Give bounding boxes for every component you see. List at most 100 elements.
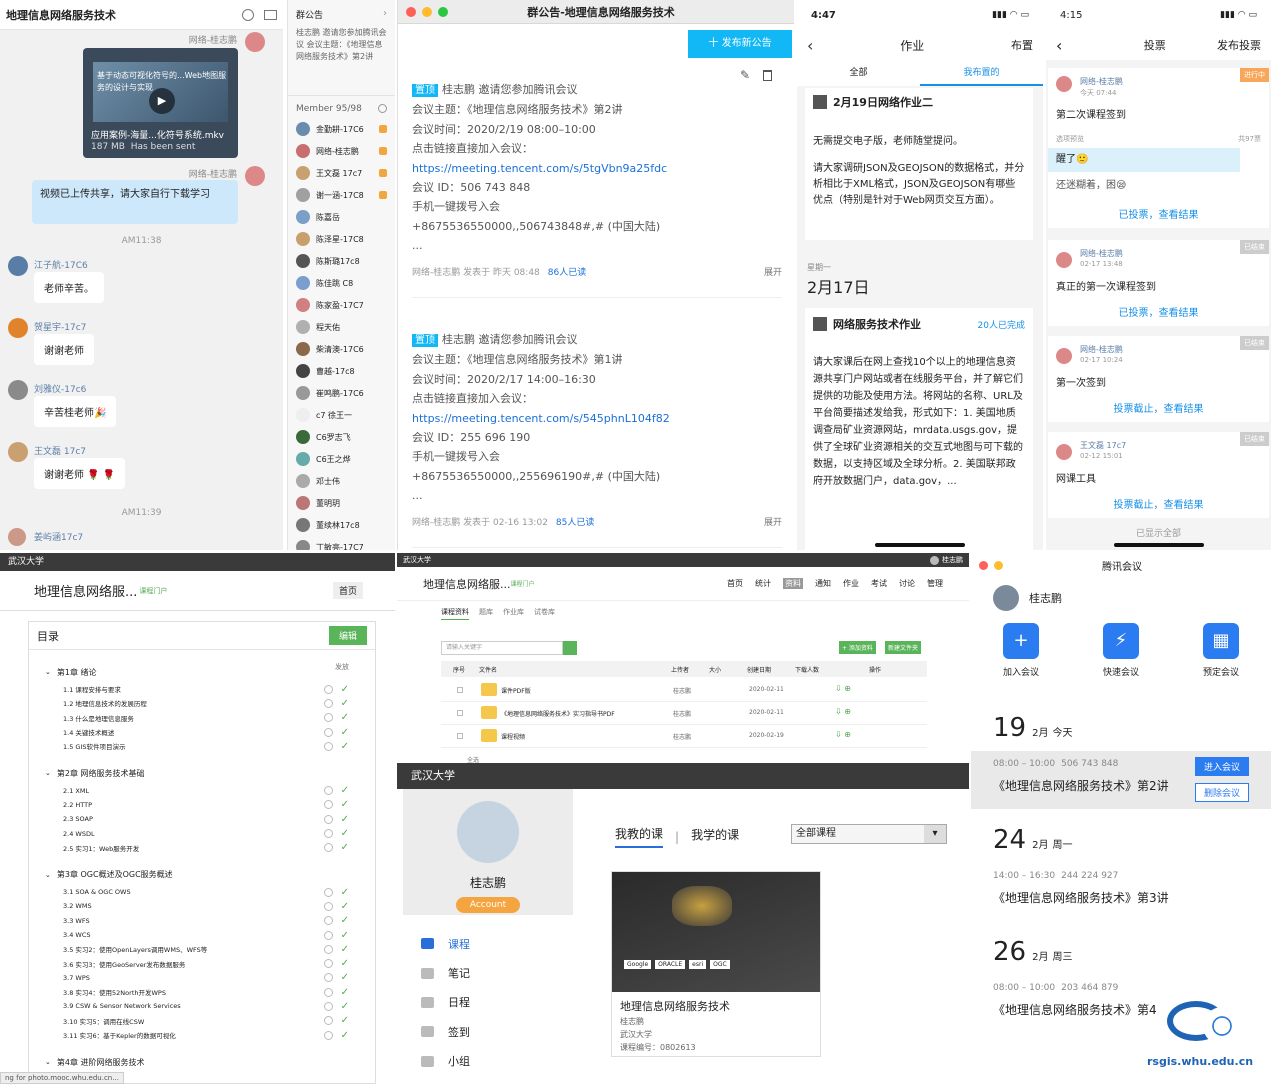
add-file-button[interactable]: + 添加资料: [839, 641, 876, 654]
nav-item[interactable]: 考试: [871, 578, 887, 589]
section-row[interactable]: 3.2 WMS ✓: [29, 899, 375, 913]
meeting-action[interactable]: ▦ 预定会议: [1191, 623, 1251, 678]
delete-meeting-button[interactable]: 删除会议: [1194, 783, 1249, 802]
row-checkbox[interactable]: [457, 687, 463, 693]
section-row[interactable]: 3.7 WPS ✓: [29, 971, 375, 985]
vote-card[interactable]: 王文磊 17c7 02-12 15:01 已结束 网课工具 投票截止，查看结果: [1048, 432, 1269, 518]
meeting-action[interactable]: + 加入会议: [991, 623, 1051, 678]
homework-card[interactable]: 网络服务技术作业 20人已完成 请大家课后在网上查找10个以上的地理信息资源共享门…: [805, 308, 1033, 550]
section-row[interactable]: 1.1 课程安排与要求 ✓: [29, 682, 375, 696]
section-row[interactable]: 2.2 HTTP ✓: [29, 798, 375, 812]
section-row[interactable]: 1.2 地理信息技术的发展历程 ✓: [29, 696, 375, 710]
nav-item[interactable]: 统计: [755, 578, 771, 589]
member-row[interactable]: 陈泽星-17C8: [288, 228, 395, 250]
tab-learn[interactable]: 我学的课: [691, 826, 739, 847]
collapse-icon[interactable]: ⌄: [45, 871, 51, 879]
member-row[interactable]: 陈斯璐17c8: [288, 250, 395, 272]
member-row[interactable]: 董明玥: [288, 492, 395, 514]
minimize-dot[interactable]: [994, 560, 1003, 570]
member-row[interactable]: 邓士伟: [288, 470, 395, 492]
menu-item[interactable]: 签到: [421, 1017, 573, 1046]
section-row[interactable]: 1.4 关键技术概述 ✓: [29, 725, 375, 739]
file-row[interactable]: 课程视频 桂志鹏 2020-02-19 ⇩ ⊕: [441, 725, 927, 748]
member-row[interactable]: 程天佑: [288, 316, 395, 338]
close-dot[interactable]: [406, 6, 416, 17]
collapse-icon[interactable]: ⌄: [45, 1058, 51, 1066]
folder-icon[interactable]: [264, 9, 277, 20]
nav-item[interactable]: 管理: [927, 578, 943, 589]
menu-item[interactable]: 课程: [421, 929, 573, 958]
member-row[interactable]: 陈家盈-17C7: [288, 294, 395, 316]
course-filter[interactable]: 全部课程 ▾: [791, 824, 947, 844]
vote-option[interactable]: 醒了🙂: [1048, 148, 1240, 172]
tab-all[interactable]: 全部: [797, 60, 920, 86]
close-dot[interactable]: [979, 560, 988, 570]
tab-mine[interactable]: 我布置的: [920, 60, 1043, 86]
collapse-icon[interactable]: ⌄: [45, 769, 51, 777]
download-icon[interactable]: ⇩ ⊕: [835, 684, 851, 693]
nav-item[interactable]: 通知: [815, 578, 831, 589]
section-row[interactable]: 1.3 什么是地理信息服务 ✓: [29, 711, 375, 725]
chapter-heading[interactable]: ⌄ 第1章 绪论: [29, 662, 375, 682]
assign-button[interactable]: 布置: [1011, 37, 1033, 53]
nav-item[interactable]: 首页: [727, 578, 743, 589]
vote-card[interactable]: 网络-桂志鹏 02-17 13:48 已结束 真正的第一次课程签到 已投票，查看结果: [1048, 240, 1269, 326]
member-row[interactable]: 董续林17c8: [288, 514, 395, 536]
meeting-item[interactable]: 08:00 – 10:00 506 743 848 《地理信息网络服务技术》第2讲进…: [971, 751, 1271, 809]
menu-item[interactable]: 小组: [421, 1047, 573, 1076]
section-row[interactable]: 2.1 XML ✓: [29, 783, 375, 797]
section-row[interactable]: 3.11 实习6：基于Kepler的数据可视化 ✓: [29, 1028, 375, 1042]
search-icon[interactable]: [378, 104, 387, 113]
member-row[interactable]: C6王之烨: [288, 448, 395, 470]
member-row[interactable]: 崔鸣鹏-17C6: [288, 382, 395, 404]
chapter-heading[interactable]: ⌄ 第4章 进阶网络服务技术: [29, 1052, 375, 1072]
member-row[interactable]: 曹越-17c8: [288, 360, 395, 382]
new-folder-button[interactable]: 新建文件夹: [885, 641, 922, 654]
expand-link[interactable]: 展开: [764, 264, 782, 283]
vote-card[interactable]: 网络-桂志鹏 02-17 10:24 已结束 第一次签到 投票截止，查看结果: [1048, 336, 1269, 422]
homework-card[interactable]: 2月19日网络作业二 无需提交电子版，老师随堂提问。 请大家调研JSON及GEO…: [805, 88, 1033, 240]
view-result-link[interactable]: 已投票，查看结果: [1048, 206, 1269, 221]
publish-notice-button[interactable]: 十 发布新公告: [688, 30, 792, 58]
section-row[interactable]: 3.4 WCS ✓: [29, 928, 375, 942]
expand-link[interactable]: 展开: [764, 514, 782, 533]
member-row[interactable]: 谢一涵-17C8: [288, 184, 395, 206]
chapter-heading[interactable]: ⌄ 第2章 网络服务技术基础: [29, 763, 375, 783]
section-row[interactable]: 3.10 实习5：调用在线CSW ✓: [29, 1014, 375, 1028]
meeting-link[interactable]: https://meeting.tencent.com/s/5tgVbn9a25…: [412, 159, 782, 178]
minimize-dot[interactable]: [422, 6, 432, 17]
section-row[interactable]: 3.6 实习3：使用GeoServer发布数据服务 ✓: [29, 956, 375, 970]
subtab[interactable]: 试卷库: [534, 607, 555, 620]
course-card[interactable]: Google ORACLE esri OGC 地理信息网络服务技术 桂志鹏 武汉大学 …: [611, 871, 821, 1057]
member-row[interactable]: 陈嘉岳: [288, 206, 395, 228]
view-result-link[interactable]: 投票截止，查看结果: [1048, 496, 1269, 511]
chapter-heading[interactable]: ⌄ 第3章 OGC概述及OGC服务概述: [29, 865, 375, 885]
download-icon[interactable]: ⇩ ⊕: [835, 707, 851, 716]
read-count[interactable]: 85人已读: [556, 514, 764, 533]
download-icon[interactable]: ⇩ ⊕: [835, 730, 851, 739]
file-row[interactable]: 《地理信息网络服务技术》实习指导书PDF 桂志鹏 2020-02-11 ⇩ ⊕: [441, 702, 927, 725]
meeting-action[interactable]: ⚡ 快速会议: [1091, 623, 1151, 678]
row-checkbox[interactable]: [457, 710, 463, 716]
menu-item[interactable]: 日程: [421, 988, 573, 1017]
member-row[interactable]: C6罗志飞: [288, 426, 395, 448]
vote-option[interactable]: 还迷糊着，困😪: [1048, 174, 1269, 198]
section-row[interactable]: 2.3 SOAP ✓: [29, 812, 375, 826]
section-row[interactable]: 3.1 SOA & OGC OWS ✓: [29, 885, 375, 899]
add-member-icon[interactable]: [242, 8, 254, 21]
announcement-item[interactable]: 置顶 桂志鹏 邀请您参加腾讯会议 会议主题：《地理信息网络服务技术》第2讲 会议时间：…: [412, 80, 782, 299]
view-result-link[interactable]: 投票截止，查看结果: [1048, 400, 1269, 415]
publish-vote-button[interactable]: 发布投票: [1217, 37, 1261, 53]
subtab[interactable]: 作业库: [503, 607, 524, 620]
edit-button[interactable]: 编辑: [328, 626, 367, 645]
section-row[interactable]: 3.3 WFS ✓: [29, 914, 375, 928]
member-row[interactable]: 金勤耕-17C6: [288, 118, 395, 140]
search-icon[interactable]: [563, 641, 577, 655]
section-row[interactable]: 2.4 WSDL ✓: [29, 826, 375, 840]
enter-meeting-button[interactable]: 进入会议: [1194, 757, 1249, 776]
subtab[interactable]: 课程资料: [441, 607, 469, 620]
row-checkbox[interactable]: [457, 733, 463, 739]
nav-item[interactable]: 作业: [843, 578, 859, 589]
section-row[interactable]: 1.5 GIS软件项目演示 ✓: [29, 739, 375, 753]
view-result-link[interactable]: 已投票，查看结果: [1048, 304, 1269, 319]
